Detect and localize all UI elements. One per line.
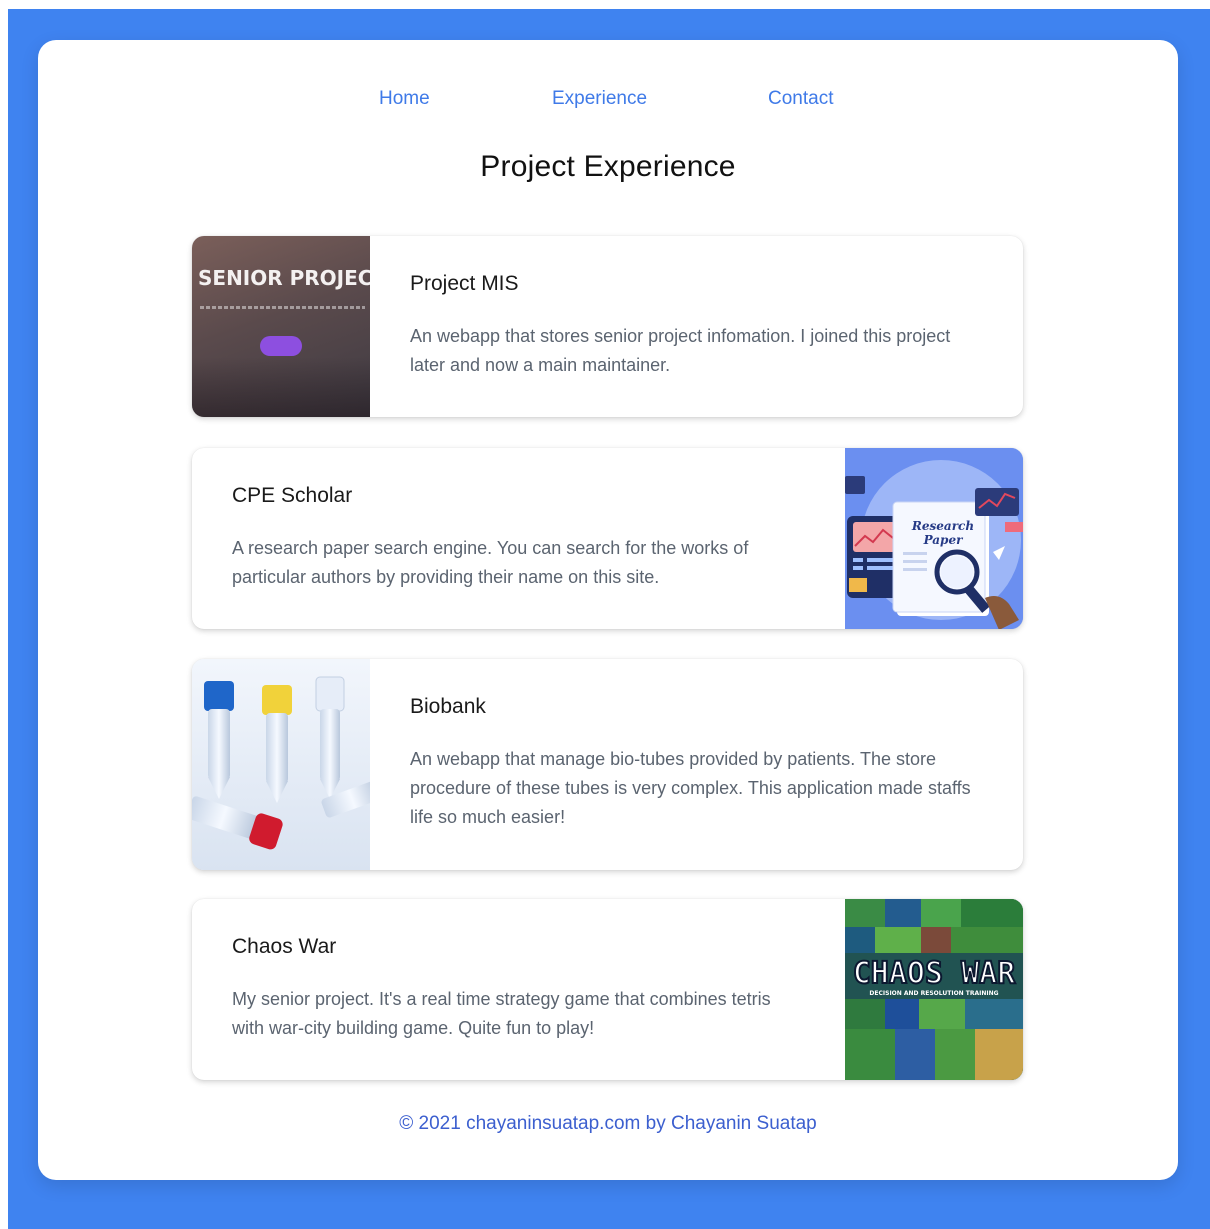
page-background: Home Experience Contact Project Experien…: [8, 9, 1210, 1229]
project-card-mis: SENIOR PROJECT Project MIS An webapp tha…: [192, 236, 1023, 417]
research-paper-illustration-icon: Research Paper: [845, 448, 1023, 629]
project-card-biobank: Biobank An webapp that manage bio-tubes …: [192, 659, 1023, 870]
top-nav: Home Experience Contact: [38, 84, 1178, 114]
page-title: Project Experience: [480, 150, 736, 183]
nav-experience-link[interactable]: Experience: [552, 84, 647, 114]
project-description: A research paper search engine. You can …: [232, 538, 749, 587]
bio-tubes-image-icon: [192, 659, 370, 870]
project-title: Project MIS: [410, 272, 519, 295]
project-cpe-scholar-thumbnail: Research Paper: [845, 448, 1023, 629]
content-panel: Home Experience Contact Project Experien…: [38, 40, 1178, 1180]
nav-home-link[interactable]: Home: [379, 84, 430, 114]
project-chaos-war-thumbnail: CHAOS WAR DECISION AND RESOLUTION TRAINI…: [845, 899, 1023, 1080]
research-label: Research: [911, 519, 974, 533]
chaos-war-subtitle-text: DECISION AND RESOLUTION TRAINING: [869, 990, 998, 997]
nav-contact-link[interactable]: Contact: [768, 84, 833, 114]
project-mis-thumbnail: SENIOR PROJECT: [192, 236, 370, 417]
project-card-cpe-scholar: CPE Scholar A research paper search engi…: [192, 448, 1023, 629]
project-description: An webapp that manage bio-tubes provided…: [410, 749, 971, 827]
footer-copyright: © 2021 chayaninsuatap.com by Chayanin Su…: [399, 1113, 817, 1134]
project-biobank-thumbnail: [192, 659, 370, 870]
project-description: My senior project. It's a real time stra…: [232, 989, 771, 1038]
chaos-war-logo-text: CHAOS WAR: [853, 956, 1016, 991]
project-description: An webapp that stores senior project inf…: [410, 326, 951, 375]
chaos-war-game-image-icon: CHAOS WAR DECISION AND RESOLUTION TRAINI…: [845, 899, 1023, 1080]
paper-label: Paper: [923, 533, 965, 547]
project-title: Chaos War: [232, 935, 337, 958]
project-title: CPE Scholar: [232, 484, 353, 507]
project-title: Biobank: [410, 695, 486, 718]
thumb-title-text: SENIOR PROJECT: [198, 266, 370, 290]
thumb-login-button-image: [260, 336, 302, 356]
project-card-chaos-war: Chaos War My senior project. It's a real…: [192, 899, 1023, 1080]
